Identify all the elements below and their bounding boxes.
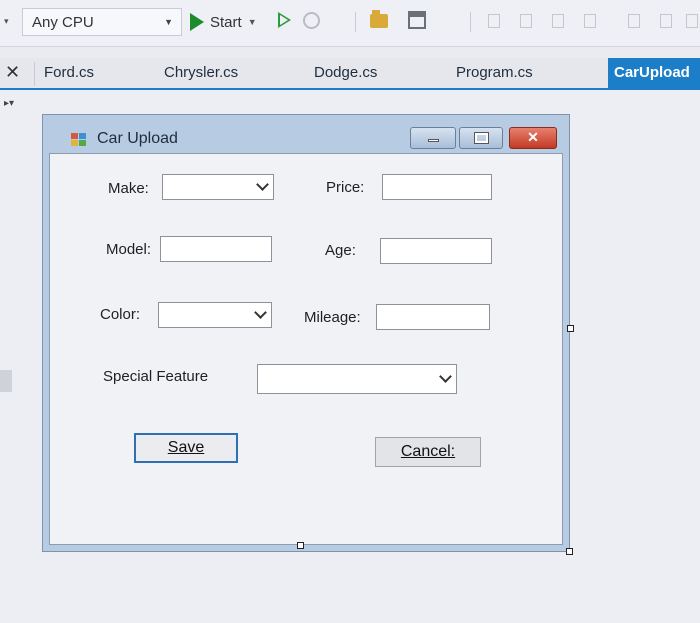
close-icon[interactable]: ✕ <box>5 62 20 83</box>
toolbar-separator <box>355 12 356 32</box>
special-feature-combobox[interactable] <box>257 364 457 394</box>
close-icon[interactable] <box>509 127 557 149</box>
maximize-icon[interactable] <box>459 127 503 149</box>
tab-ford-cs[interactable]: Ford.cs <box>44 64 94 81</box>
tab-program-cs[interactable]: Program.cs <box>456 64 533 81</box>
play-outline-icon[interactable] <box>278 12 291 28</box>
special-feature-label: Special Feature <box>103 368 209 385</box>
age-textbox[interactable] <box>380 238 492 264</box>
resize-handle-right[interactable] <box>567 325 574 332</box>
spacing-icon[interactable] <box>686 14 698 28</box>
tab-dodge-cs[interactable]: Dodge.cs <box>314 64 377 81</box>
align-top-icon[interactable] <box>584 14 596 28</box>
form-icon <box>71 133 87 147</box>
save-button[interactable]: Save <box>134 433 238 463</box>
chevron-down-icon[interactable]: ▾ <box>4 16 9 27</box>
model-textbox[interactable] <box>160 236 272 262</box>
form-client-area: Make: Price: Model: Age: Color: Mileage:… <box>49 153 563 545</box>
align-middle-icon[interactable] <box>628 14 640 28</box>
folder-icon[interactable] <box>370 10 388 28</box>
toolbox-strip[interactable] <box>0 370 12 392</box>
color-combobox[interactable] <box>158 302 272 328</box>
chevron-down-icon <box>439 370 452 383</box>
make-label: Make: <box>108 180 149 197</box>
start-button[interactable]: Start ▼ <box>190 8 257 36</box>
chevron-down-icon: ▼ <box>164 17 173 27</box>
chevron-down-icon[interactable]: ▸▾ <box>4 98 14 109</box>
car-upload-form[interactable]: Car Upload Make: Price: Model: Age: Colo… <box>42 114 570 552</box>
tab-chrysler-cs[interactable]: Chrysler.cs <box>164 64 238 81</box>
solution-platform-dropdown[interactable]: Any CPU ▼ <box>22 8 182 36</box>
price-label: Price: <box>326 179 365 196</box>
tab-separator <box>34 62 35 86</box>
chevron-down-icon[interactable]: ▼ <box>248 17 257 27</box>
age-label: Age: <box>325 242 356 259</box>
refresh-icon[interactable] <box>303 12 320 29</box>
form-title: Car Upload <box>97 130 178 147</box>
document-tab-bar: ✕ Ford.cs Chrysler.cs Dodge.cs Program.c… <box>0 58 700 90</box>
solution-platform-value: Any CPU <box>32 14 94 31</box>
align-center-icon[interactable] <box>520 14 532 28</box>
minimize-icon[interactable] <box>410 127 456 149</box>
color-label: Color: <box>100 306 141 323</box>
tab-carupload[interactable]: CarUpload <box>608 58 700 88</box>
play-icon <box>190 13 204 31</box>
align-bottom-icon[interactable] <box>660 14 672 28</box>
form-title-bar[interactable]: Car Upload <box>43 115 569 155</box>
window-icon[interactable] <box>408 11 426 29</box>
toolbar-separator <box>470 12 471 32</box>
resize-handle-bottom-right[interactable] <box>566 548 573 555</box>
make-combobox[interactable] <box>162 174 274 200</box>
align-right-icon[interactable] <box>552 14 564 28</box>
model-label: Model: <box>106 241 152 258</box>
cancel-button[interactable]: Cancel: <box>375 437 481 467</box>
mileage-label: Mileage: <box>304 309 361 326</box>
start-label: Start <box>210 13 242 31</box>
chevron-down-icon <box>256 178 269 191</box>
mileage-textbox[interactable] <box>376 304 490 330</box>
align-left-icon[interactable] <box>488 14 500 28</box>
toolbar: ▾ Any CPU ▼ Start ▼ <box>0 0 700 47</box>
price-textbox[interactable] <box>382 174 492 200</box>
resize-handle-bottom[interactable] <box>297 542 304 549</box>
chevron-down-icon <box>254 306 267 319</box>
